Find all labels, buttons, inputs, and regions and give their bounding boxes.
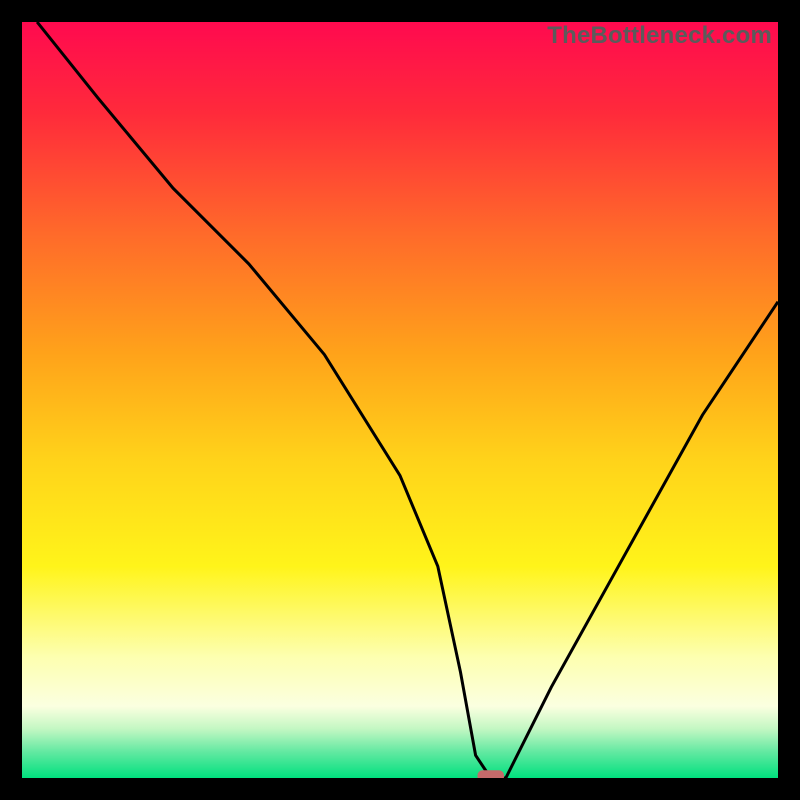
optimal-point-marker [478,770,505,778]
plot-area: TheBottleneck.com [22,22,778,778]
chart-frame: TheBottleneck.com [0,0,800,800]
gradient-background [22,22,778,778]
watermark-text: TheBottleneck.com [547,22,772,50]
plot-svg [22,22,778,778]
